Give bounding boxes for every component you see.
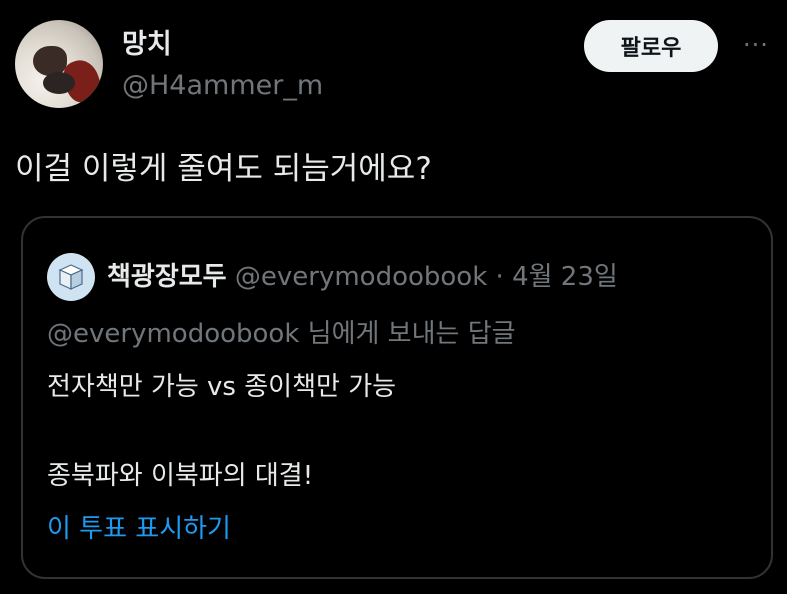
quoted-display-name[interactable]: 책광장모두 [107,262,227,292]
avatar-photo-detail [43,72,75,94]
quoted-date[interactable]: 4월 23일 [512,262,618,292]
book-logo-icon [58,264,84,290]
quoted-text-line: 종북파와 이북파의 대결! [47,461,314,491]
reply-context: @everymodoobook 님에게 보내는 답글 [47,319,516,349]
more-options-icon[interactable]: ··· [736,30,776,60]
author-avatar[interactable] [15,20,103,108]
quoted-tweet-card[interactable]: 책광장모두 @everymodoobook · 4월 23일 @everymod… [21,216,773,579]
quoted-avatar[interactable] [47,253,95,301]
quoted-header: 책광장모두 @everymodoobook · 4월 23일 [107,256,618,293]
author-display-name[interactable]: 망치 [122,22,172,61]
header-separator: · [495,262,504,292]
follow-button[interactable]: 팔로우 [584,20,718,72]
author-handle[interactable]: @H4ammer_m [122,70,323,101]
show-poll-link[interactable]: 이 투표 표시하기 [47,508,231,545]
tweet-text: 이걸 이렇게 줄여도 되늠거에요? [15,151,432,187]
quoted-handle[interactable]: @everymodoobook [235,262,487,292]
quoted-text-line: 전자책만 가능 vs 종이책만 가능 [47,372,397,402]
